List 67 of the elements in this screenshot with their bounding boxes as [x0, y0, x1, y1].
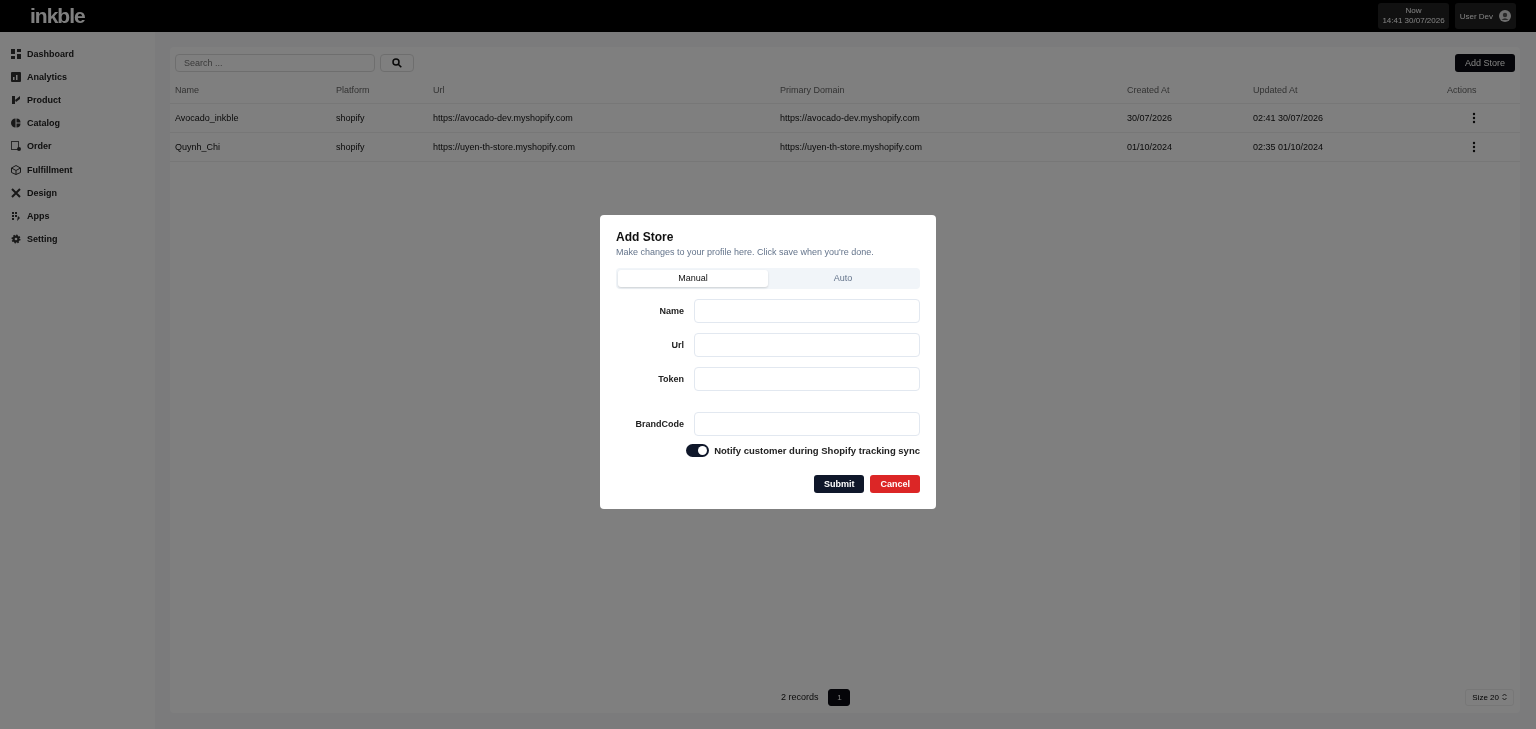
search-button[interactable] — [380, 54, 414, 72]
input-field[interactable] — [694, 332, 920, 357]
sidebar-item[interactable]: Fulfillment — [0, 157, 155, 182]
user-menu-button[interactable]: User Dev — [1454, 3, 1516, 29]
table-cell-text: 01/10/2024 — [1127, 142, 1174, 152]
grid-icon — [11, 48, 21, 59]
apps-icon — [11, 210, 21, 221]
column-header: Updated At — [1253, 85, 1299, 95]
table-cell-text: shopify — [336, 113, 366, 123]
add-store-button[interactable]: Add Store — [1454, 54, 1515, 72]
table-cell-text: https://uyen-th-store.myshopify.com — [433, 142, 576, 152]
field-label: Name — [658, 305, 685, 316]
pie-chart-icon — [11, 118, 21, 129]
clock-label: Now — [1405, 6, 1422, 16]
bar-chart-icon — [11, 71, 21, 82]
table-cell-text: https://avocado-dev.myshopify.com — [780, 113, 921, 123]
column-header: Actions — [1446, 85, 1478, 95]
table-cell-text: Quynh_Chi — [175, 142, 222, 152]
records-count: 2 records — [780, 692, 819, 702]
cancel-button[interactable]: Cancel — [870, 474, 920, 493]
sidebar-item[interactable]: Design — [0, 181, 155, 205]
page-size-select[interactable]: Size 20 — [1465, 688, 1514, 706]
column-header: Primary Domain — [780, 85, 846, 95]
sidebar-item[interactable]: Setting — [0, 227, 155, 251]
table-cell-text: https://uyen-th-store.myshopify.com — [780, 142, 923, 152]
table-cell-text: 02:35 01/10/2024 — [1253, 142, 1325, 152]
avatar-icon — [1499, 10, 1511, 22]
table-cell-text: shopify — [336, 142, 366, 152]
table-cell-text: Avocado_inkble — [175, 113, 240, 123]
field-label: Token — [657, 373, 685, 384]
more-options-icon[interactable] — [1472, 141, 1476, 153]
tab[interactable]: Manual — [618, 269, 768, 287]
settings-icon — [11, 234, 21, 245]
toggle-label: Notify customer during Shopify tracking sync — [714, 444, 920, 456]
sidebar-item[interactable]: Analytics — [0, 65, 155, 89]
column-header: Created At — [1127, 85, 1171, 95]
sidebar-item[interactable]: Dashboard — [0, 42, 155, 66]
column-header: Name — [175, 85, 200, 95]
sidebar-item[interactable]: Product — [0, 88, 155, 112]
table-cell-text: 30/07/2026 — [1127, 113, 1174, 123]
clock-value: 14:41 30/07/2026 — [1382, 16, 1445, 26]
tab[interactable]: Auto — [768, 269, 918, 287]
crossed-tools-icon — [11, 187, 21, 198]
input-field[interactable] — [694, 366, 920, 391]
page-button[interactable]: 1 — [828, 688, 851, 706]
input-field[interactable] — [694, 411, 920, 436]
table-cell-text: 02:41 30/07/2026 — [1253, 113, 1325, 123]
column-header: Platform — [336, 85, 371, 95]
sidebar-item[interactable]: Catalog — [0, 111, 155, 135]
sidebar-item[interactable]: Apps — [0, 204, 155, 228]
search-field[interactable]: Search ... — [175, 54, 375, 72]
dialog-title: Add Store — [616, 229, 675, 244]
table-cell-text: https://avocado-dev.myshopify.com — [433, 113, 574, 123]
field-label: BrandCode — [634, 418, 685, 429]
more-options-icon[interactable] — [1472, 112, 1476, 124]
dialog-description: Make changes to your profile here. Click save when you're done. — [616, 246, 875, 257]
field-label: Url — [670, 339, 685, 350]
sidebar-item[interactable]: Order — [0, 134, 155, 158]
document-icon — [11, 141, 21, 152]
toggle-switch[interactable] — [686, 443, 710, 457]
column-header: Url — [433, 85, 446, 95]
submit-button[interactable]: Submit — [814, 474, 865, 493]
search-icon — [392, 58, 402, 68]
sort-caret-icon — [1502, 693, 1507, 701]
input-field[interactable] — [694, 298, 920, 323]
logo: inkble — [30, 4, 85, 28]
cube-icon — [11, 164, 21, 175]
